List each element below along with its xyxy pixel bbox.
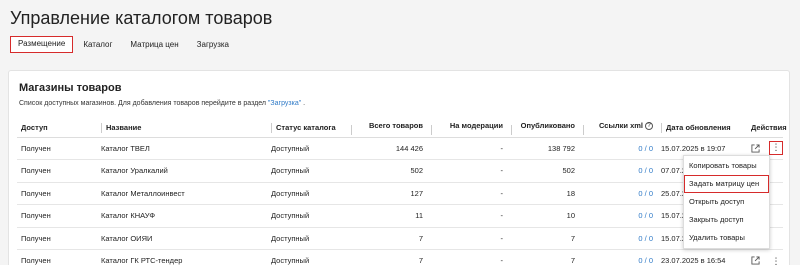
tab-placement[interactable]: Размещение — [10, 36, 74, 53]
header-updated: Дата обновления — [657, 119, 747, 138]
cell-moderation: - — [427, 159, 507, 183]
desc-suffix: . — [301, 100, 306, 107]
menu-copy-products[interactable]: Копировать товары — [684, 157, 769, 175]
cell-xml-link[interactable]: 0 / 0 — [579, 249, 657, 265]
tabs: Размещение Каталог Матрица цен Загрузка — [10, 36, 239, 53]
actions-menu: Копировать товары Задать матрицу цен Отк… — [683, 155, 770, 249]
tab-catalog[interactable]: Каталог — [75, 36, 120, 53]
cell-access: Получен — [17, 249, 97, 265]
header-total: Всего товаров — [347, 119, 427, 138]
cell-xml-link[interactable]: 0 / 0 — [579, 182, 657, 205]
cell-name: Каталог Уралкалий — [97, 159, 267, 183]
cell-total: 11 — [347, 204, 427, 228]
cell-access: Получен — [17, 159, 97, 183]
cell-published: 138 792 — [507, 137, 579, 160]
table-row: Получен Каталог Уралкалий Доступный 502 … — [17, 159, 783, 183]
desc-text: Список доступных магазинов. Для добавлен… — [19, 100, 268, 107]
cell-status: Доступный — [267, 249, 347, 265]
cell-xml-link[interactable]: 0 / 0 — [579, 159, 657, 183]
cell-moderation: - — [427, 137, 507, 160]
cell-published: 502 — [507, 159, 579, 183]
header-name: Название — [97, 119, 267, 138]
table-row: Получен Каталог КНАУФ Доступный 11 - 10 … — [17, 204, 783, 228]
table-row: Получен Каталог ОИЯИ Доступный 7 - 7 0 /… — [17, 227, 783, 250]
kebab-icon[interactable]: ⋮ — [769, 141, 783, 156]
header-published: Опубликовано — [507, 119, 579, 138]
cell-name: Каталог ОИЯИ — [97, 227, 267, 250]
cell-name: Каталог ТВЕЛ — [97, 137, 267, 160]
menu-close-access[interactable]: Закрыть доступ — [684, 211, 769, 229]
table-row: Получен Каталог ГК РТС-тендер Доступный … — [17, 249, 783, 265]
cell-access: Получен — [17, 204, 97, 228]
cell-access: Получен — [17, 137, 97, 160]
cell-actions: ⋮ — [747, 249, 783, 265]
cell-total: 7 — [347, 227, 427, 250]
cell-name: Каталог КНАУФ — [97, 204, 267, 228]
tab-price-matrix[interactable]: Матрица цен — [122, 36, 186, 53]
cell-moderation: - — [427, 204, 507, 228]
cell-updated: 23.07.2025 в 16:54 — [657, 249, 747, 265]
cell-total: 7 — [347, 249, 427, 265]
table-row: Получен Каталог ТВЕЛ Доступный 144 426 -… — [17, 137, 783, 160]
header-status: Статус каталога — [267, 119, 347, 138]
cell-published: 10 — [507, 204, 579, 228]
header-access: Доступ — [17, 119, 97, 138]
cell-status: Доступный — [267, 182, 347, 205]
table-row: Получен Каталог Металлоинвест Доступный … — [17, 182, 783, 205]
page-title: Управление каталогом товаров — [10, 8, 273, 28]
header-actions: Действия — [747, 119, 787, 138]
cell-xml-link[interactable]: 0 / 0 — [579, 137, 657, 160]
info-icon[interactable]: ? — [645, 121, 653, 130]
external-link-icon[interactable] — [751, 144, 760, 153]
cell-xml-link[interactable]: 0 / 0 — [579, 227, 657, 250]
cell-published: 7 — [507, 227, 579, 250]
cell-access: Получен — [17, 227, 97, 250]
card-description: Список доступных магазинов. Для добавлен… — [19, 100, 305, 107]
cell-published: 7 — [507, 249, 579, 265]
cell-access: Получен — [17, 182, 97, 205]
cell-moderation: - — [427, 227, 507, 250]
menu-set-price-matrix[interactable]: Задать матрицу цен — [684, 175, 769, 193]
cell-total: 502 — [347, 159, 427, 183]
header-xml: Ссылки xml? — [579, 119, 657, 138]
cell-xml-link[interactable]: 0 / 0 — [579, 204, 657, 228]
menu-open-access[interactable]: Открыть доступ — [684, 193, 769, 211]
tab-upload[interactable]: Загрузка — [189, 36, 237, 53]
cell-status: Доступный — [267, 204, 347, 228]
cell-moderation: - — [427, 182, 507, 205]
card-title: Магазины товаров — [19, 82, 122, 94]
external-link-icon[interactable] — [751, 256, 760, 265]
table-header-row: Доступ Название Статус каталога Всего то… — [17, 119, 787, 138]
cell-status: Доступный — [267, 227, 347, 250]
cell-status: Доступный — [267, 159, 347, 183]
stores-table: Доступ Название Статус каталога Всего то… — [17, 119, 787, 265]
cell-total: 144 426 — [347, 137, 427, 160]
cell-name: Каталог Металлоинвест — [97, 182, 267, 205]
upload-link[interactable]: "Загрузка" — [268, 100, 301, 107]
cell-moderation: - — [427, 249, 507, 265]
cell-name: Каталог ГК РТС-тендер — [97, 249, 267, 265]
cell-published: 18 — [507, 182, 579, 205]
menu-delete-products[interactable]: Удалить товары — [684, 229, 769, 247]
cell-status: Доступный — [267, 137, 347, 160]
cell-total: 127 — [347, 182, 427, 205]
header-moderation: На модерации — [427, 119, 507, 138]
kebab-icon[interactable]: ⋮ — [769, 254, 783, 265]
stores-card: Магазины товаров Список доступных магази… — [8, 70, 790, 265]
